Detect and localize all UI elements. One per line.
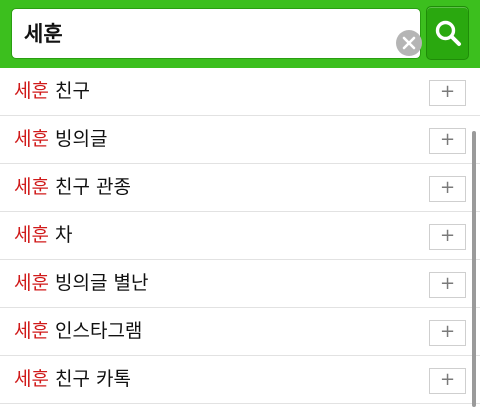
suggestion-match: 세훈: [14, 368, 49, 390]
suggestion-text[interactable]: 세훈 빙의글: [14, 125, 107, 153]
suggestion-text[interactable]: 세훈 차: [14, 221, 73, 249]
suggestion-rest: 친구 카톡: [48, 368, 131, 390]
suggestion-text[interactable]: 세훈 친구 관종: [14, 173, 131, 201]
suggestion-rest: 빙의글 별난: [48, 272, 149, 294]
suggestion-rest: 인스타그램: [48, 320, 143, 342]
add-suggestion-button[interactable]: +: [429, 272, 466, 298]
clear-icon[interactable]: [396, 30, 422, 56]
search-query-text[interactable]: 세훈: [24, 19, 63, 49]
suggestion-match: 세훈: [14, 80, 49, 102]
suggestion-list: 세훈 친구 + 세훈 빙의글 + 세훈 친구 관종 + 세훈 차 + 세훈 빙의…: [0, 68, 480, 407]
add-suggestion-button[interactable]: +: [429, 128, 466, 154]
suggestion-item[interactable]: 세훈 차 +: [0, 212, 480, 260]
suggestion-item[interactable]: 세훈 친구 +: [0, 68, 480, 116]
suggestion-match: 세훈: [14, 128, 49, 150]
suggestion-text[interactable]: 세훈 인스타그램: [14, 317, 142, 345]
add-suggestion-button[interactable]: +: [429, 80, 466, 106]
suggestion-rest: 차: [48, 224, 73, 246]
add-suggestion-button[interactable]: +: [429, 320, 466, 346]
suggestion-text[interactable]: 세훈 친구 카톡: [14, 365, 131, 393]
suggestion-rest: 친구: [48, 80, 90, 102]
suggestion-item[interactable]: 세훈 빙의글 +: [0, 116, 480, 164]
suggestion-match: 세훈: [14, 224, 49, 246]
suggestion-text[interactable]: 세훈 친구: [14, 77, 90, 105]
search-input[interactable]: 세훈: [11, 8, 422, 59]
suggestion-item[interactable]: 세훈 인스타그램 +: [0, 308, 480, 356]
suggestion-item[interactable]: 세훈 친구 카톡 +: [0, 356, 480, 404]
add-suggestion-button[interactable]: +: [429, 368, 466, 394]
suggestion-match: 세훈: [14, 176, 49, 198]
suggestion-rest: 빙의글: [48, 128, 108, 150]
suggestion-rest: 친구 관종: [48, 176, 131, 198]
suggestion-item[interactable]: 세훈 빙의글 별난 +: [0, 260, 480, 308]
add-suggestion-button[interactable]: +: [429, 224, 466, 250]
add-suggestion-button[interactable]: +: [429, 176, 466, 202]
search-button[interactable]: [426, 6, 469, 60]
search-header: 세훈: [0, 0, 480, 68]
suggestion-text[interactable]: 세훈 빙의글 별난: [14, 269, 148, 297]
suggestion-match: 세훈: [14, 320, 49, 342]
suggestion-item[interactable]: 세훈 친구 관종 +: [0, 164, 480, 212]
scrollbar[interactable]: [472, 131, 476, 407]
suggestion-match: 세훈: [14, 272, 49, 294]
